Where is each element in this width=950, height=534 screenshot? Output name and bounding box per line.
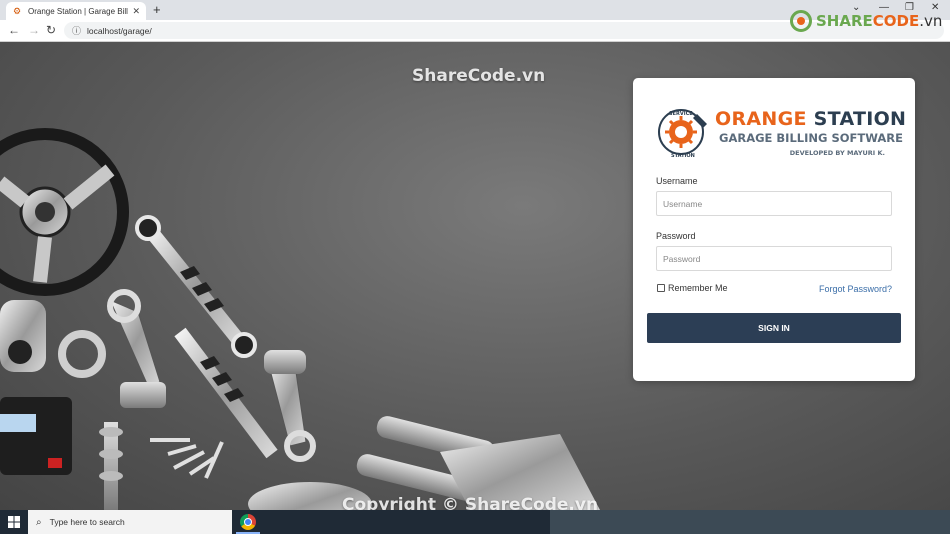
sharecode-logo-icon <box>790 10 812 32</box>
sign-in-button[interactable]: SIGN IN <box>647 313 901 343</box>
taskbar: ⌕ Type here to search <box>0 510 950 534</box>
page-background: ShareCode.vn Copyright © ShareCode.vn SE… <box>0 42 950 510</box>
gear-knob-icon <box>0 300 46 372</box>
shock-absorber-icon <box>135 215 257 358</box>
tab-close-icon[interactable]: ✕ <box>132 6 140 17</box>
login-card: SERVICE STATION ORANGE STATION GARAGE BI… <box>633 78 915 381</box>
taskbar-search[interactable]: ⌕ Type here to search <box>28 510 232 534</box>
spark-plug-icon <box>150 438 224 479</box>
site-favicon-icon: ⚙ <box>12 5 22 16</box>
logo-title: ORANGE STATION <box>715 108 906 130</box>
steering-wheel-icon <box>0 128 129 296</box>
connecting-rod-icon <box>107 289 166 408</box>
logo-text-tld: .vn <box>919 12 943 30</box>
orange-station-logo: SERVICE STATION ORANGE STATION GARAGE BI… <box>657 104 906 162</box>
url-text: localhost/garage/ <box>87 25 152 36</box>
tab-title: Orange Station | Garage Billing S <box>28 6 128 16</box>
badge-bottom-text: STATION <box>671 153 695 159</box>
remember-me-checkbox[interactable] <box>657 284 665 292</box>
back-icon[interactable]: ← <box>8 23 20 37</box>
camshaft-icon <box>99 422 123 510</box>
logo-title-orange: ORANGE <box>715 108 807 130</box>
logo-text-code: CODE <box>872 12 920 30</box>
forward-icon[interactable]: → <box>28 23 40 37</box>
watermark-bottom: Copyright © ShareCode.vn <box>342 495 599 510</box>
taskbar-tray <box>550 510 950 534</box>
reload-icon[interactable]: ↻ <box>46 23 56 37</box>
service-station-badge-icon: SERVICE STATION <box>658 109 707 159</box>
battery-icon <box>0 397 72 475</box>
browser-tab[interactable]: ⚙ Orange Station | Garage Billing S ✕ <box>6 2 146 20</box>
chrome-taskbar-icon[interactable] <box>240 514 256 530</box>
taskbar-search-placeholder: Type here to search <box>49 517 125 527</box>
watermark-top: ShareCode.vn <box>412 66 546 86</box>
bearing-icon <box>58 330 106 378</box>
badge-top-text: SERVICE <box>669 111 693 117</box>
logo-developer: DEVELOPED BY MAYURI K. <box>789 149 885 157</box>
logo-title-dark: STATION <box>806 108 907 130</box>
site-info-icon[interactable]: ⓘ <box>72 24 81 37</box>
new-tab-button[interactable]: + <box>153 2 161 18</box>
sharecode-logo: SHARE CODE .vn <box>790 10 942 32</box>
search-icon: ⌕ <box>36 516 42 528</box>
username-input[interactable] <box>656 191 892 216</box>
remember-me[interactable]: Remember Me <box>657 283 728 293</box>
username-label: Username <box>656 176 698 186</box>
shock-absorber-icon <box>174 327 278 459</box>
logo-subtitle: GARAGE BILLING SOFTWARE <box>719 131 903 145</box>
logo-text-share: SHARE <box>816 12 873 30</box>
password-label: Password <box>656 231 696 241</box>
password-input[interactable] <box>656 246 892 271</box>
forgot-password-link[interactable]: Forgot Password? <box>819 284 892 294</box>
remember-me-label: Remember Me <box>668 283 728 293</box>
windows-logo-icon <box>8 516 20 528</box>
windows-start-button[interactable] <box>0 510 28 534</box>
